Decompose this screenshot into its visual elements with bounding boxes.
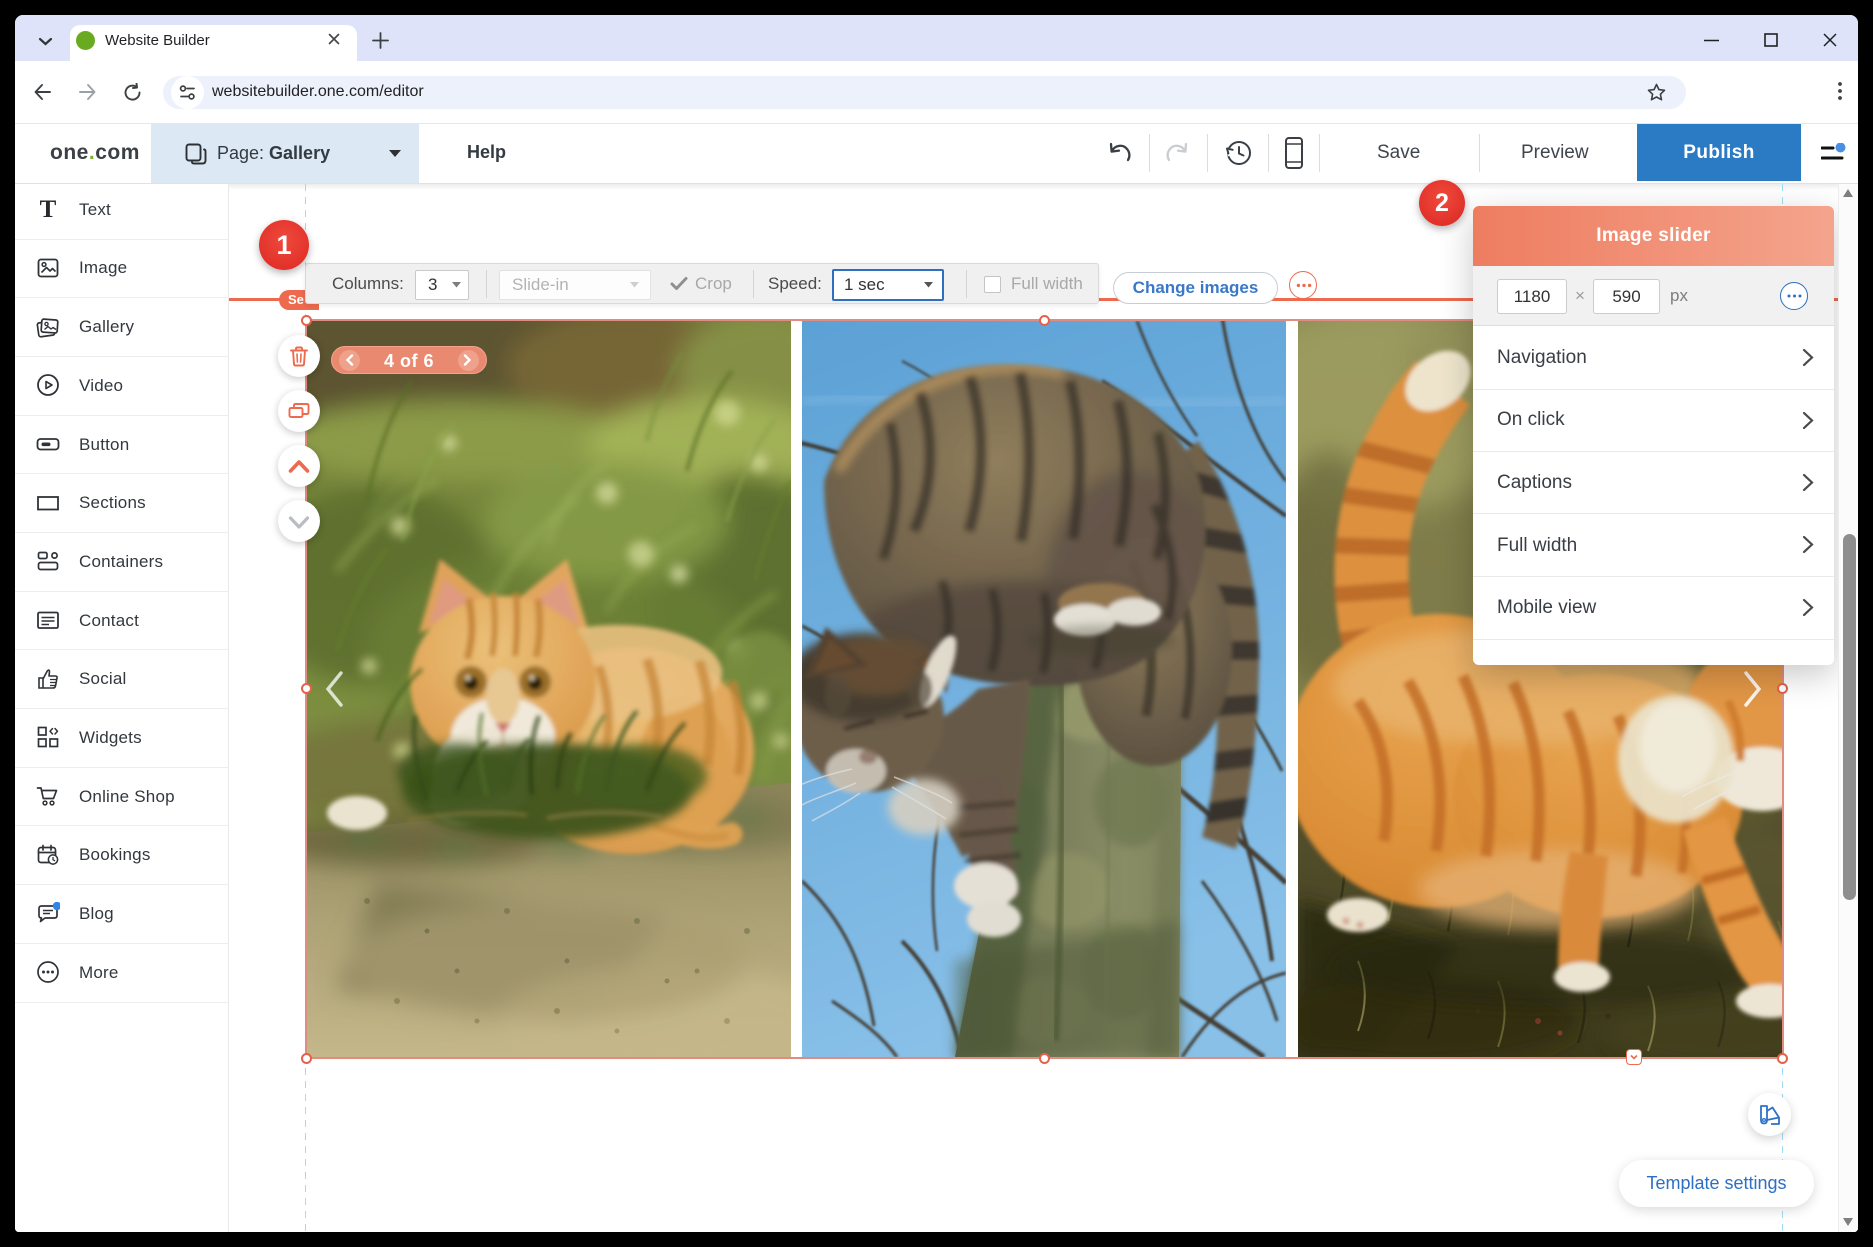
svg-text:T: T <box>40 197 57 221</box>
